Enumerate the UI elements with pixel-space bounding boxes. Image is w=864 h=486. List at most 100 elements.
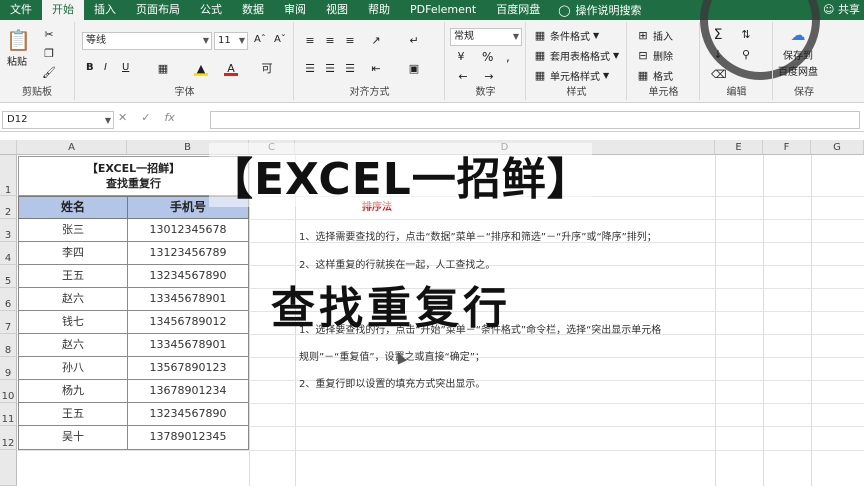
font-size-select[interactable]: 11 ▼ — [214, 32, 248, 50]
underline-button[interactable]: U — [122, 62, 129, 73]
row-header[interactable]: 12 — [0, 426, 17, 450]
align-right-button[interactable]: ☰ — [343, 62, 357, 76]
align-bottom-button[interactable]: ≡ — [343, 34, 357, 48]
tab-help[interactable]: 帮助 — [358, 0, 400, 20]
copy-button[interactable]: ❐ — [42, 47, 56, 61]
bold-button[interactable]: B — [86, 62, 94, 73]
name-cell[interactable]: 李四 — [18, 242, 128, 265]
tab-home[interactable]: 开始 — [42, 0, 84, 20]
row-header[interactable]: 7 — [0, 311, 17, 334]
phone-cell[interactable]: 13789012345 — [127, 426, 249, 450]
tell-me-search[interactable]: ◯ 操作说明搜索 — [558, 2, 641, 18]
increase-font-button[interactable]: Aˆ — [254, 34, 266, 45]
accounting-button[interactable]: ¥ — [454, 50, 468, 64]
name-cell[interactable]: 王五 — [18, 265, 128, 288]
row-header[interactable]: 4 — [0, 242, 17, 265]
tab-review[interactable]: 审阅 — [274, 0, 316, 20]
increase-decimal-button[interactable]: ← — [456, 70, 470, 84]
format-painter-button[interactable]: 🖌 — [42, 66, 56, 80]
tab-file[interactable]: 文件 — [0, 0, 42, 20]
name-box[interactable]: D12 ▼ — [2, 111, 114, 129]
name-cell[interactable]: 杨九 — [18, 380, 128, 403]
phone-cell[interactable]: 13123456789 — [127, 242, 249, 265]
phone-cell[interactable]: 13345678901 — [127, 334, 249, 357]
align-middle-button[interactable]: ≡ — [323, 34, 337, 48]
orientation-button[interactable]: ↗ — [369, 34, 383, 48]
tab-page-layout[interactable]: 页面布局 — [126, 0, 190, 20]
comma-button[interactable]: , — [506, 50, 510, 64]
phone-cell[interactable]: 13678901234 — [127, 380, 249, 403]
autosum-button[interactable]: Σ — [711, 28, 725, 42]
cancel-icon[interactable]: ✕ — [118, 111, 127, 124]
name-cell[interactable]: 赵六 — [18, 334, 128, 357]
row-header[interactable]: 1 — [0, 155, 17, 196]
insert-cells-button[interactable]: ⊞ 插入 — [636, 28, 673, 44]
column-header-g[interactable]: G — [811, 140, 864, 155]
name-cell[interactable]: 孙八 — [18, 357, 128, 380]
row-header[interactable]: 11 — [0, 403, 17, 426]
fill-color-button[interactable]: ▲ — [194, 62, 208, 76]
font-name-select[interactable]: 等线 ▼ — [82, 32, 212, 50]
format-cells-button[interactable]: ▦ 格式 — [636, 68, 673, 84]
header-cell-name[interactable]: 姓名 — [18, 196, 128, 219]
wrap-text-button[interactable]: ↵ — [407, 34, 421, 48]
row-header[interactable]: 2 — [0, 196, 17, 219]
sort-filter-button[interactable]: ⇅ — [739, 28, 753, 42]
share-button[interactable]: ☺ 共享 — [823, 0, 860, 20]
merge-center-button[interactable]: ▣ — [407, 62, 421, 76]
align-top-button[interactable]: ≡ — [303, 34, 317, 48]
phone-cell[interactable]: 13234567890 — [127, 265, 249, 288]
row-header[interactable]: 6 — [0, 288, 17, 311]
phone-cell[interactable]: 13567890123 — [127, 357, 249, 380]
phone-cell[interactable]: 13456789012 — [127, 311, 249, 334]
decrease-decimal-button[interactable]: → — [482, 70, 496, 84]
row-header[interactable]: 3 — [0, 219, 17, 242]
name-cell[interactable]: 赵六 — [18, 288, 128, 311]
borders-button[interactable]: ▦ — [156, 62, 170, 76]
function-icon[interactable]: fx — [164, 111, 174, 124]
phone-cell[interactable]: 13012345678 — [127, 219, 249, 242]
cell-styles-button[interactable]: ▦ 单元格样式 ▼ — [533, 68, 609, 84]
name-cell[interactable]: 钱七 — [18, 311, 128, 334]
phone-cell[interactable]: 13234567890 — [127, 403, 249, 426]
tab-view[interactable]: 视图 — [316, 0, 358, 20]
row-header[interactable]: 9 — [0, 357, 17, 380]
italic-button[interactable]: I — [104, 62, 107, 73]
indent-button[interactable]: ⇤ — [369, 62, 383, 76]
row-header[interactable]: 5 — [0, 265, 17, 288]
tab-data[interactable]: 数据 — [232, 0, 274, 20]
overlay-title: 【EXCEL一招鲜】 — [209, 143, 592, 207]
name-cell[interactable]: 张三 — [18, 219, 128, 242]
paste-button[interactable]: 📋 粘贴 — [6, 28, 31, 68]
save-to-baidu-button[interactable]: ☁ 保存到 百度网盘 — [778, 28, 818, 79]
find-select-button[interactable]: ⚲ — [739, 48, 753, 62]
tab-baidu-netdisk[interactable]: 百度网盘 — [486, 0, 550, 20]
name-cell[interactable]: 王五 — [18, 403, 128, 426]
row-header[interactable]: 10 — [0, 380, 17, 403]
name-cell[interactable]: 吴十 — [18, 426, 128, 450]
phone-cell[interactable]: 13345678901 — [127, 288, 249, 311]
number-format-select[interactable]: 常规 ▼ — [450, 28, 522, 46]
formula-input[interactable] — [210, 111, 860, 129]
row-header[interactable]: 8 — [0, 334, 17, 357]
percent-button[interactable]: % — [482, 50, 493, 64]
delete-cells-button[interactable]: ⊟ 删除 — [636, 48, 673, 64]
column-header-f[interactable]: F — [763, 140, 811, 155]
conditional-formatting-button[interactable]: ▦ 条件格式 ▼ — [533, 28, 599, 44]
phonetic-button[interactable]: 可 — [260, 62, 274, 76]
align-center-button[interactable]: ☰ — [323, 62, 337, 76]
cut-button[interactable]: ✂ — [42, 28, 56, 42]
format-as-table-button[interactable]: ▦ 套用表格格式 ▼ — [533, 48, 619, 64]
font-color-button[interactable]: A — [224, 62, 238, 76]
tab-pdfelement[interactable]: PDFelement — [400, 0, 486, 20]
fill-button[interactable]: ↓ — [711, 48, 725, 62]
align-left-button[interactable]: ☰ — [303, 62, 317, 76]
select-all-corner[interactable] — [0, 140, 17, 155]
clear-button[interactable]: ⌫ — [711, 68, 727, 82]
decrease-font-button[interactable]: Aˇ — [274, 34, 286, 45]
column-header-a[interactable]: A — [17, 140, 127, 155]
tab-insert[interactable]: 插入 — [84, 0, 126, 20]
column-header-e[interactable]: E — [715, 140, 763, 155]
tab-formulas[interactable]: 公式 — [190, 0, 232, 20]
check-icon[interactable]: ✓ — [141, 111, 150, 124]
